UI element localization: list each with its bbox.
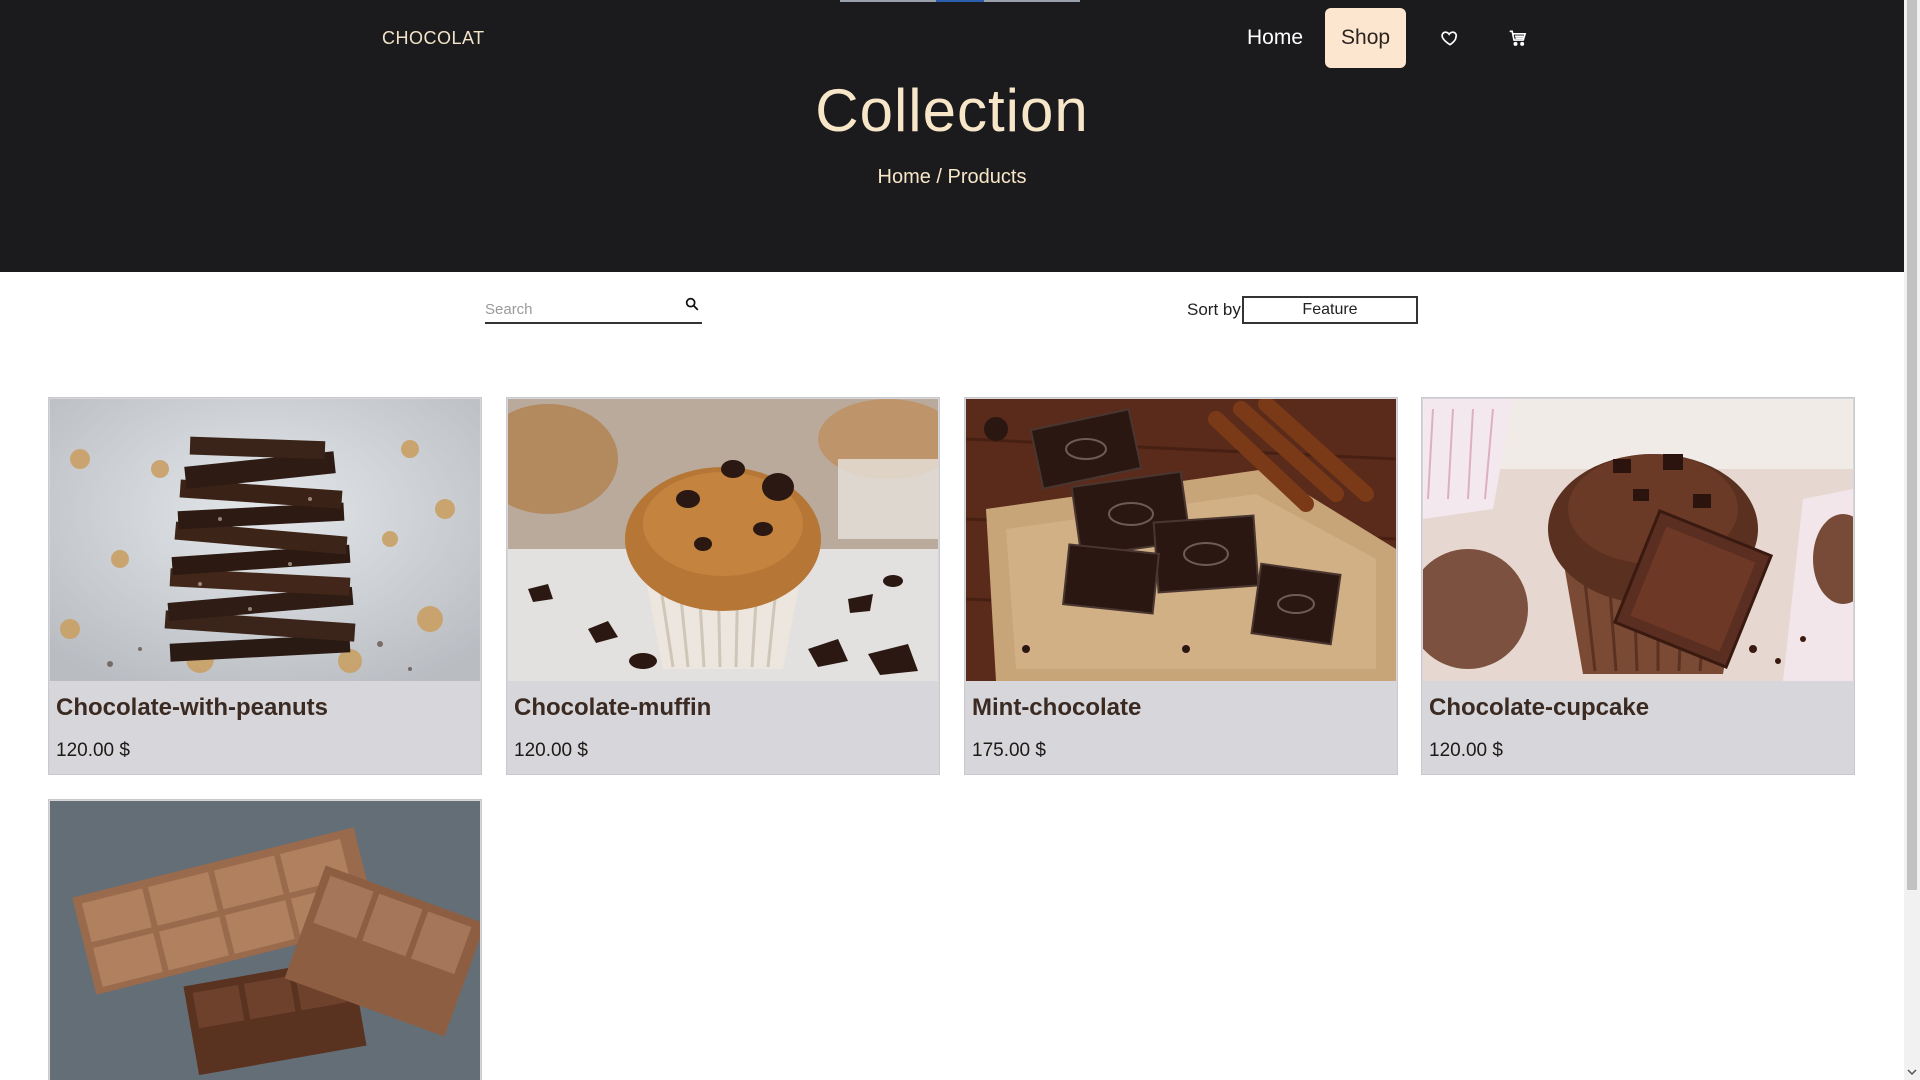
product-name[interactable]: Chocolate-muffin [514,694,711,722]
search-box [485,294,702,324]
sort-label: Sort by [1187,300,1241,319]
product-image-chocolate-muffin [508,399,938,681]
breadcrumb-separator: / [930,166,948,188]
product-price: 120.00 $ [1429,740,1503,761]
site-logo[interactable]: CHOCOLAT [382,28,485,49]
heart-icon [1441,31,1458,46]
scrollbar-thumb[interactable] [1907,0,1917,890]
product-image-mint-chocolate [966,399,1396,681]
product-card[interactable]: Mint-chocolate 175.00 $ [964,397,1398,775]
breadcrumb: Home / Products [0,166,1904,189]
cart-icon [1509,30,1527,46]
product-price: 175.00 $ [972,740,1046,761]
product-name[interactable]: Mint-chocolate [972,694,1141,722]
product-image-chocolate-with-peanuts [50,399,480,681]
product-card[interactable]: Chocolate-with-peanuts 120.00 $ [48,397,482,775]
search-icon[interactable] [684,296,700,312]
sort-select[interactable]: Feature [1242,296,1418,324]
page: CHOCOLAT Home Shop Collection Home / Pro… [0,0,1920,1080]
product-image-chocolate-cupcake [1423,399,1853,681]
chevron-down-icon [1907,1069,1917,1076]
hero-header: CHOCOLAT Home Shop Collection Home / Pro… [0,0,1904,272]
page-title: Collection [815,77,1089,144]
page-scrollbar[interactable] [1904,0,1920,1080]
scroll-down-button[interactable] [1904,1064,1920,1080]
product-price: 120.00 $ [514,740,588,761]
cart-button[interactable] [1494,8,1542,68]
loading-indicator [840,0,1080,2]
breadcrumb-current: Products [947,166,1027,188]
product-card[interactable]: Chocolate-cupcake 120.00 $ [1421,397,1855,775]
product-image-milk-chocolate-bar [50,801,480,1080]
product-name[interactable]: Chocolate-with-peanuts [56,694,328,722]
nav-shop-link[interactable]: Shop [1325,8,1407,68]
main-nav: Home Shop [1231,8,1542,68]
search-input[interactable] [485,298,675,320]
product-price: 120.00 $ [56,740,130,761]
product-card[interactable] [48,799,482,1080]
nav-home-link[interactable]: Home [1231,8,1319,68]
product-card[interactable]: Chocolate-muffin 120.00 $ [506,397,940,775]
product-name[interactable]: Chocolate-cupcake [1429,694,1649,722]
breadcrumb-home-link[interactable]: Home [878,166,931,188]
loading-indicator-segment [936,0,984,2]
wishlist-button[interactable] [1426,8,1474,68]
